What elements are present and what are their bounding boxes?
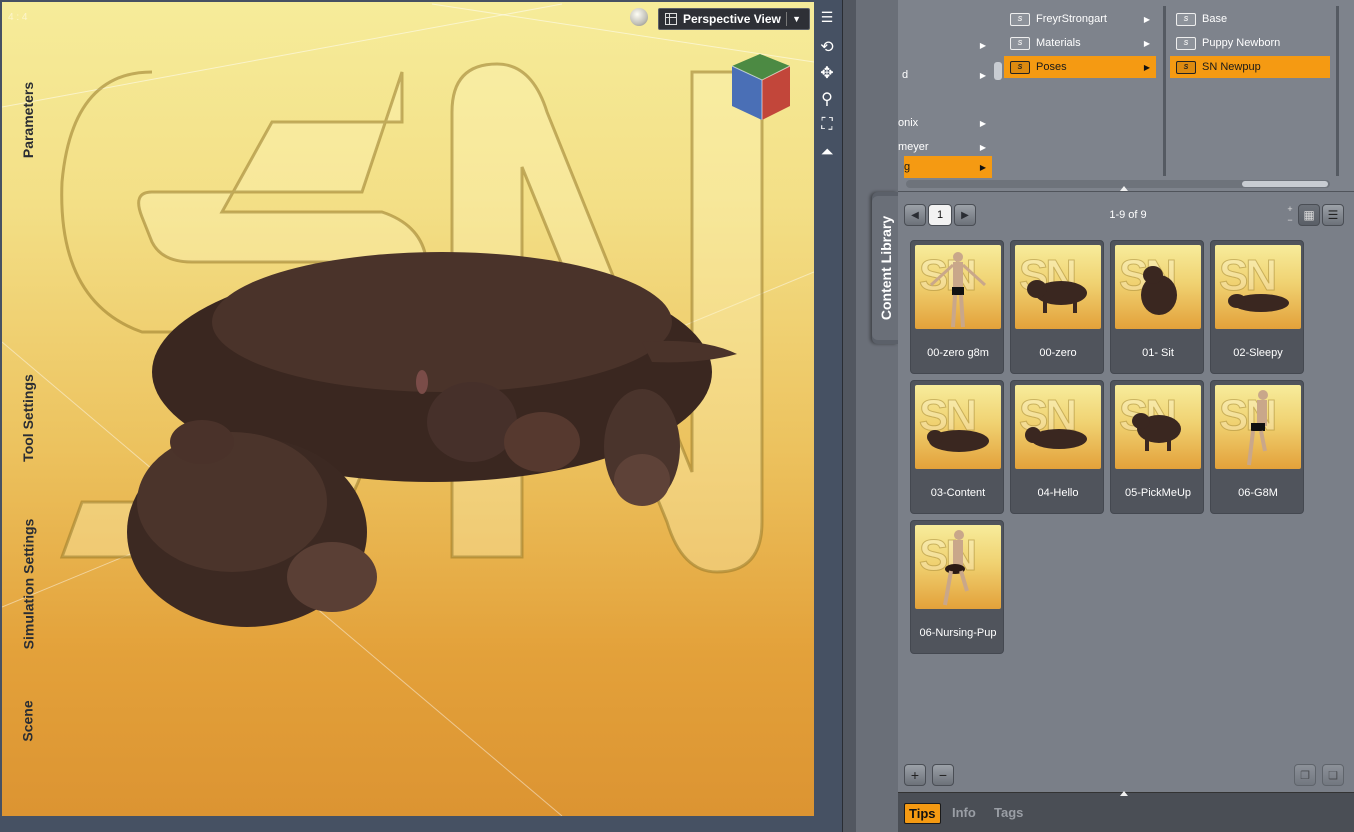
folder-hscrollbar[interactable] [906, 180, 1330, 188]
folder-scrollbar[interactable] [994, 6, 1002, 176]
content-library-panel: d ▶ ▶ onix ▶ meyer ▶ g ▶ S FreyrStrongart ▶ [898, 0, 1354, 832]
item-thumbnail: SN [915, 385, 1001, 469]
viewport-nav-strip: ☰ ⟲ ✥ ⚲ ⛶ ⏶ [814, 2, 840, 832]
tab-tags[interactable]: Tags [990, 803, 1027, 822]
scene-render [2, 3, 814, 816]
camera-label: Perspective View [683, 12, 781, 26]
item-thumbnail: SN [1215, 245, 1301, 329]
folder-item[interactable]: onix ▶ [898, 112, 992, 134]
item-thumbnail: SN [1015, 245, 1101, 329]
library-item[interactable]: SN 00-zero [1010, 240, 1104, 374]
item-count-label: 1-9 of 9 [1109, 209, 1147, 221]
tab-info[interactable]: Info [948, 803, 980, 822]
view-cube[interactable] [726, 52, 796, 124]
folder-item[interactable]: S FreyrStrongart ▶ [1004, 8, 1156, 30]
folder-item-selected[interactable]: g ▶ [904, 156, 992, 178]
item-thumbnail: SN [915, 245, 1001, 329]
folder-item[interactable]: S Base [1170, 8, 1330, 30]
folder-item[interactable]: S Puppy Newborn [1170, 32, 1330, 54]
puppy-icon [1141, 266, 1177, 315]
folder-item[interactable]: ▶ [898, 34, 992, 56]
library-bottom-bar: + − ❐ ❏ [898, 760, 1354, 790]
tab-scene[interactable]: Scene [14, 686, 42, 756]
tab-tool-settings[interactable]: Tool Settings [14, 356, 42, 480]
list-view-button[interactable]: ☰ [1322, 204, 1344, 226]
puppy-icon [1228, 294, 1289, 312]
add-button[interactable]: + [904, 764, 926, 786]
3d-viewport[interactable]: 4 : 4 Perspective View ▼ [2, 2, 814, 816]
library-item[interactable]: SN 06-G8M [1210, 380, 1304, 514]
tab-parameters[interactable]: Parameters [14, 60, 42, 180]
zoom-icon[interactable]: ⚲ [814, 88, 840, 110]
viewport-menu-icon[interactable]: ☰ [814, 6, 840, 28]
render-sphere-icon[interactable] [630, 8, 648, 26]
camera-selector[interactable]: Perspective View ▼ [658, 8, 810, 30]
side-tab-strip [856, 0, 898, 832]
view-grid-icon [665, 13, 677, 25]
folder-icon: S [1010, 12, 1030, 26]
folder-icon: S [1010, 60, 1030, 74]
frame-icon[interactable]: ⛶ [814, 114, 840, 136]
page-number-field[interactable]: 1 [928, 204, 952, 226]
tab-simulation-settings[interactable]: Simulation Settings [14, 496, 42, 672]
puppy-icon [1132, 413, 1181, 451]
grid-view-button[interactable]: ▦ [1298, 204, 1320, 226]
splitter-handle-icon[interactable] [1120, 791, 1128, 796]
library-item[interactable]: SN 06-Nursing-Pup [910, 520, 1004, 654]
splitter-handle-icon[interactable] [1120, 186, 1128, 191]
viewport-aspect-label: 4 : 4 [8, 12, 28, 23]
folder-browser: d ▶ ▶ onix ▶ meyer ▶ g ▶ S FreyrStrongart ▶ [898, 0, 1354, 192]
folder-icon: S [1176, 60, 1196, 74]
reset-icon[interactable]: ⏶ [814, 142, 840, 164]
column-separator[interactable] [1163, 6, 1166, 176]
column-separator[interactable] [1336, 6, 1339, 176]
item-thumbnail: SN [915, 525, 1001, 609]
puppy-icon [1025, 427, 1087, 449]
item-thumbnail: SN [1015, 385, 1101, 469]
item-thumbnail: SN [1115, 245, 1201, 329]
folder-column-3: S Base S Puppy Newborn S SN Newpup [1170, 6, 1336, 176]
item-thumbnail: SN [1115, 385, 1201, 469]
library-grid: SN 00-zero g8m SN 00-zero SN 01- Sit SN [910, 240, 1310, 660]
library-item[interactable]: SN 00-zero g8m [910, 240, 1004, 374]
viewport-frame: 4 : 4 Perspective View ▼ ☰ ⟲ ✥ ⚲ ⛶ ⏶ [0, 0, 842, 832]
rotate-icon[interactable]: ⟲ [814, 36, 840, 58]
folder-column-2: S FreyrStrongart ▶ S Materials ▶ S Poses ▶ [1004, 6, 1160, 176]
folder-icon: S [1176, 36, 1196, 50]
library-item[interactable]: SN 02-Sleepy [1210, 240, 1304, 374]
figure-icon [929, 252, 987, 328]
figure-icon [943, 530, 969, 606]
puppy-model[interactable] [127, 252, 737, 627]
folder-item-selected[interactable]: S SN Newpup [1170, 56, 1330, 78]
folder-item[interactable]: meyer ▶ [898, 136, 992, 158]
bottom-tab-bar: Tips Info Tags [898, 791, 1354, 832]
thumb-size-icon[interactable]: + − [1284, 204, 1296, 226]
remove-button[interactable]: − [932, 764, 954, 786]
pane-divider[interactable] [842, 0, 863, 832]
copy-icon[interactable]: ❐ [1294, 764, 1316, 786]
tab-content-library[interactable]: Content Library [872, 196, 900, 340]
puppy-icon [927, 430, 989, 452]
tab-tips[interactable]: Tips [904, 803, 941, 824]
library-item[interactable]: SN 05-PickMeUp [1110, 380, 1204, 514]
figure-icon [1247, 390, 1268, 466]
paste-icon[interactable]: ❏ [1322, 764, 1344, 786]
library-item[interactable]: SN 03-Content [910, 380, 1004, 514]
folder-item-selected[interactable]: S Poses ▶ [1004, 56, 1156, 78]
folder-item[interactable]: d ▶ [898, 64, 992, 86]
folder-icon: S [1176, 12, 1196, 26]
pan-icon[interactable]: ✥ [814, 62, 840, 84]
app-window: 4 : 4 Perspective View ▼ ☰ ⟲ ✥ ⚲ ⛶ ⏶ Par… [0, 0, 1354, 832]
next-page-button[interactable]: ▶ [954, 204, 976, 226]
library-toolbar: ◀ 1 ▶ 1-9 of 9 + − ▦ ☰ [898, 200, 1354, 230]
puppy-icon [1027, 280, 1087, 313]
item-thumbnail: SN [1215, 385, 1301, 469]
prev-page-button[interactable]: ◀ [904, 204, 926, 226]
folder-icon: S [1010, 36, 1030, 50]
library-item[interactable]: SN 01- Sit [1110, 240, 1204, 374]
folder-column-1: d ▶ ▶ onix ▶ meyer ▶ g ▶ [898, 6, 994, 178]
library-item[interactable]: SN 04-Hello [1010, 380, 1104, 514]
folder-item[interactable]: S Materials ▶ [1004, 32, 1156, 54]
chevron-down-icon[interactable]: ▼ [792, 14, 801, 24]
